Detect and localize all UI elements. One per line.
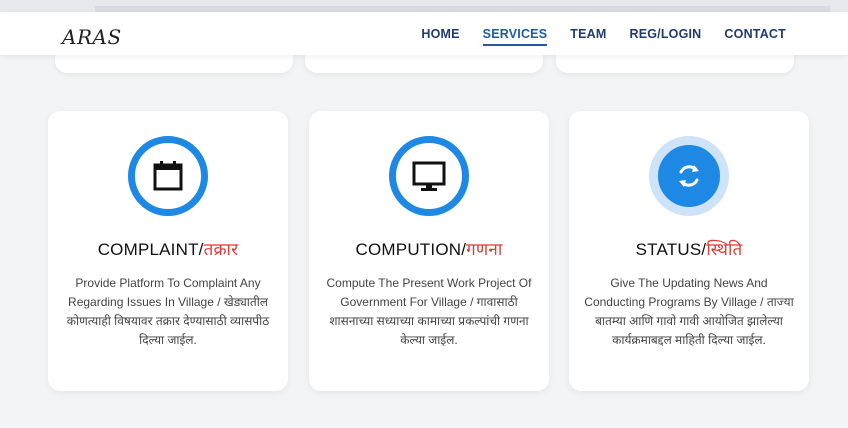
site-logo[interactable]: ARAS xyxy=(62,25,122,49)
nav-services[interactable]: SERVICES xyxy=(482,27,548,46)
service-card-status: STATUS/स्थिति Give The Updating News And… xyxy=(569,111,809,391)
computation-icon-circle xyxy=(389,136,469,216)
status-icon-circle xyxy=(649,136,729,216)
main-nav: HOME SERVICES TEAM REG/LOGIN CONTACT xyxy=(421,12,786,55)
monitor-icon xyxy=(412,161,446,191)
complaint-icon-circle xyxy=(128,136,208,216)
nav-home[interactable]: HOME xyxy=(421,27,459,41)
navbar: ARAS HOME SERVICES TEAM REG/LOGIN CONTAC… xyxy=(0,12,848,55)
nav-team[interactable]: TEAM xyxy=(570,27,606,41)
service-title-mr: स्थिति xyxy=(706,240,743,259)
service-card-computation: COMPUTION/गणना Compute The Present Work … xyxy=(309,111,549,391)
service-title-en: STATUS/ xyxy=(635,240,707,259)
service-title-mr: तक्रार xyxy=(203,240,239,259)
nav-contact[interactable]: CONTACT xyxy=(724,27,786,41)
service-description: Compute The Present Work Project Of Gove… xyxy=(326,276,532,347)
service-card-complaint: COMPLAINT/तक्रार Provide Platform To Com… xyxy=(48,111,288,391)
service-title: STATUS/स्थिति xyxy=(569,237,809,260)
service-title-mr: गणना xyxy=(466,240,503,259)
service-title: COMPLAINT/तक्रार xyxy=(48,237,288,260)
top-strip xyxy=(0,0,848,12)
service-description: Give The Updating News And Conducting Pr… xyxy=(584,276,794,347)
service-title-en: COMPUTION/ xyxy=(355,240,467,259)
nav-reg-login[interactable]: REG/LOGIN xyxy=(629,27,701,41)
service-description: Provide Platform To Complaint Any Regard… xyxy=(66,276,270,347)
calendar-icon xyxy=(153,161,183,191)
service-title: COMPUTION/गणना xyxy=(309,237,549,260)
refresh-icon xyxy=(679,165,699,187)
service-title-en: COMPLAINT/ xyxy=(97,240,204,259)
